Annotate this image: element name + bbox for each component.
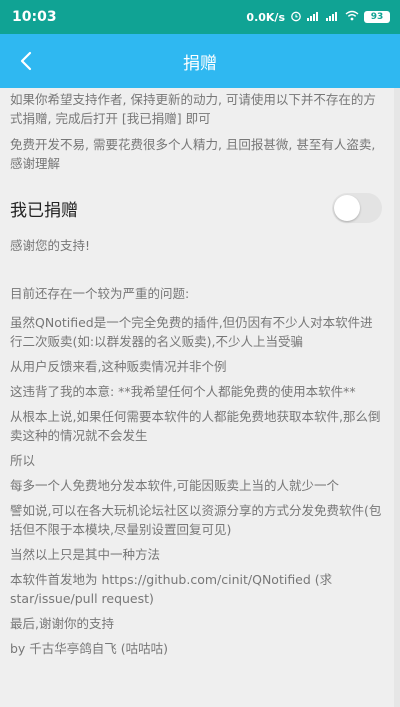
status-bar: 10:03 0.0K/s 93 (0, 0, 400, 34)
info-paragraph: 本软件首发地为 https://github.com/cinit/QNotifi… (10, 572, 333, 606)
status-icons: 0.0K/s 93 (246, 10, 390, 25)
donated-toggle-row[interactable]: 我已捐赠 (10, 191, 384, 225)
info-paragraph: 虽然QNotified是一个完全免费的插件,但仍因有不少人对本软件进行二次贩卖(… (10, 315, 373, 349)
info-paragraph: 所以 (10, 453, 36, 468)
info-paragraph: 目前还存在一个较为严重的问题: (10, 286, 190, 301)
network-speed: 0.0K/s (246, 10, 285, 24)
info-paragraph: by 千古华亭鸽自飞 (咕咕咕) (10, 641, 169, 656)
switch-knob (334, 195, 360, 221)
status-time: 10:03 (12, 9, 57, 25)
wifi-icon (345, 10, 359, 24)
page-title: 捐赠 (183, 53, 217, 74)
signal-icon-2 (326, 10, 340, 24)
donated-toggle-label: 我已捐赠 (10, 200, 78, 221)
thanks-text: 感谢您的支持! (10, 238, 91, 253)
signal-icon (307, 10, 321, 24)
app-bar: 捐赠 (0, 34, 400, 88)
back-arrow-icon[interactable] (8, 43, 44, 79)
donation-content: 如果你希望支持作者, 保持更新的动力, 可请使用以下并不存在的方式捐赠, 完成后… (0, 88, 394, 707)
scrollbar-track (394, 88, 400, 707)
intro-text: 如果你希望支持作者, 保持更新的动力, 可请使用以下并不存在的方式捐赠, 完成后… (10, 92, 376, 126)
info-paragraph: 譬如说,可以在各大玩机论坛社区以资源分享的方式分发免费软件(包括但不限于本模块,… (10, 503, 382, 537)
info-paragraph: 这违背了我的本意: **我希望任何个人都能免费的使用本软件** (10, 384, 356, 399)
info-paragraph: 从根本上说,如果任何需要本软件的人都能免费地获取本软件,那么倒卖这种的情况就不会… (10, 409, 381, 443)
donated-switch[interactable] (332, 193, 382, 223)
intro-text: 免费开发不易, 需要花费很多个人精力, 且回报甚微, 甚至有人盗卖, 感谢理解 (10, 137, 376, 171)
info-paragraph: 从用户反馈来看,这种贩卖情况并非个例 (10, 359, 227, 374)
info-paragraph: 每多一个人免费地分发本软件,可能因贩卖上当的人就少一个 (10, 478, 339, 493)
info-section: 目前还存在一个较为严重的问题: 虽然QNotified是一个完全免费的插件,但仍… (10, 284, 384, 658)
alarm-icon (290, 10, 302, 25)
battery-icon: 93 (364, 11, 390, 23)
info-paragraph: 最后,谢谢你的支持 (10, 616, 114, 631)
info-paragraph: 当然以上只是其中一种方法 (10, 547, 161, 562)
